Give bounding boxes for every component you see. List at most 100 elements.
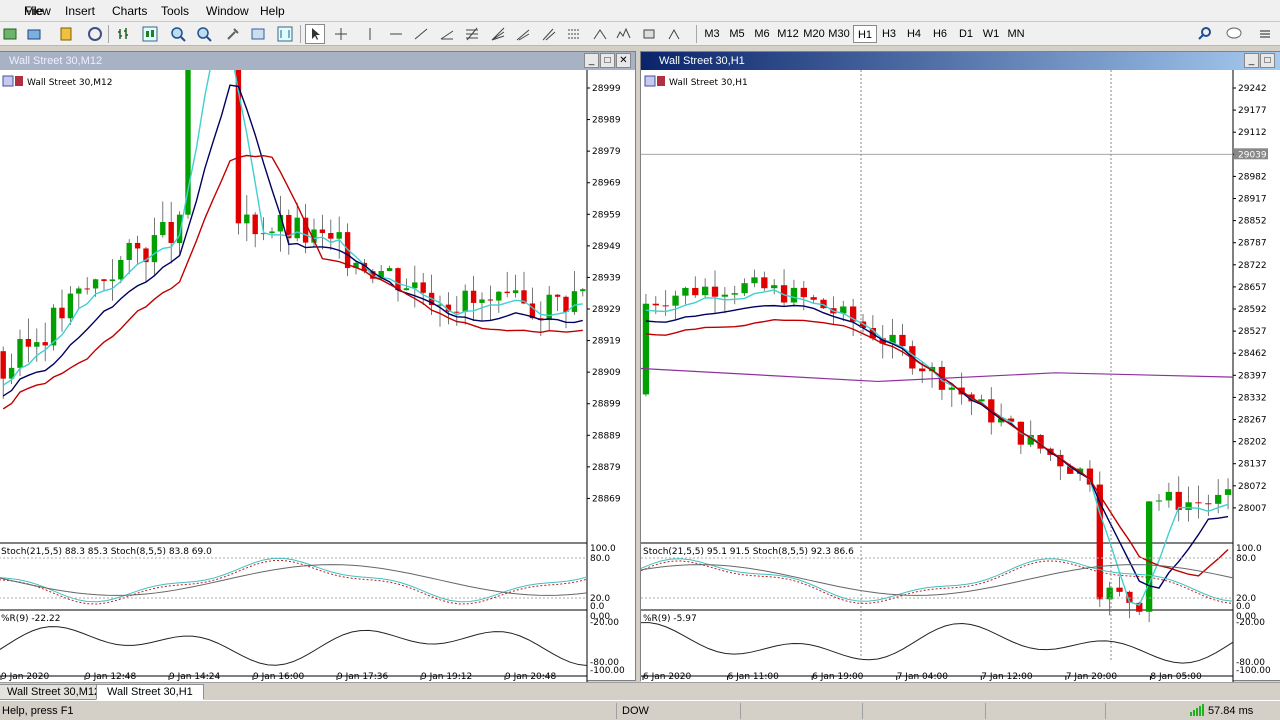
market-watch-icon[interactable] (56, 24, 76, 44)
crosshair-icon[interactable] (331, 24, 351, 44)
maximize-button[interactable]: □ (1260, 53, 1275, 68)
status-ping: 57.84 ms (1208, 705, 1254, 717)
menu-charts[interactable]: Charts (112, 4, 147, 18)
chat-icon[interactable] (1225, 24, 1245, 44)
menu-more-icon[interactable] (1255, 24, 1275, 44)
price-tick-label: 28462 (1238, 349, 1267, 359)
minimize-button[interactable]: _ (1244, 53, 1259, 68)
rectangle-icon[interactable] (639, 24, 659, 44)
menu-view[interactable]: View (25, 4, 51, 18)
bull-candle (386, 268, 393, 272)
chart-window-h1[interactable]: Wall Street 30,H1 _ □ 29242 29177 29112 290… (640, 51, 1280, 682)
navigator-icon[interactable] (85, 24, 105, 44)
menu-help[interactable]: Help (260, 4, 285, 18)
chart-symbol-label: Wall Street 30,H1 (669, 78, 748, 88)
chart-symbol-label: Wall Street 30,M12 (27, 78, 112, 88)
bear-candle (42, 342, 48, 346)
price-tick-label: 28909 (592, 368, 621, 378)
profiles-icon[interactable] (24, 24, 44, 44)
bull-candle (294, 217, 300, 239)
time-tick-label: 6 Jan 11:00 (728, 672, 780, 682)
maximize-button[interactable]: □ (600, 53, 615, 68)
timeframe-m5[interactable]: M5 (728, 25, 746, 43)
chart-canvas-h1[interactable]: 29242 29177 29112 29039 28982 28917 28852 28787… (641, 70, 1280, 682)
timeframe-m20[interactable]: M20 (802, 25, 826, 43)
bull-candle (1215, 494, 1222, 504)
trendline-icon[interactable] (411, 24, 431, 44)
fibo-fan-icon[interactable] (488, 24, 508, 44)
angle-trendline-icon[interactable] (437, 24, 457, 44)
fibo-arcs-icon[interactable] (513, 24, 533, 44)
bull-candle (269, 231, 275, 234)
vertical-line-icon[interactable] (360, 24, 380, 44)
timeframe-h6[interactable]: H6 (931, 25, 949, 43)
bull-candle (17, 338, 23, 368)
menu-tools[interactable]: Tools (161, 4, 189, 18)
bull-candle (682, 287, 689, 296)
status-help: Help, press F1 (2, 705, 74, 717)
new-chart-icon[interactable] (0, 24, 20, 44)
timeframe-mn[interactable]: MN (1005, 25, 1027, 43)
fibonacci-icon[interactable] (462, 24, 482, 44)
tile-windows-icon[interactable] (248, 24, 268, 44)
status-bar: Help, press F1 DOW 57.84 ms (0, 700, 1280, 720)
chart-canvas-m12[interactable]: 28999 28989 28979 28969 28959 28949 28939 28929… (0, 70, 637, 682)
fibo-time-icon[interactable] (539, 24, 559, 44)
bull-candle (34, 342, 40, 347)
wpr-level-label: -100.00 (1236, 666, 1271, 676)
bull-candle (512, 290, 519, 294)
price-tick-label: 29039 (1238, 150, 1267, 160)
candlestick-chart-icon[interactable] (140, 24, 160, 44)
minimize-button[interactable]: _ (584, 53, 599, 68)
chart-window-m12[interactable]: Wall Street 30,M12 _ □ ✕ 28999 28989 28979… (0, 51, 637, 682)
tab-h1[interactable]: Wall Street 30,H1 (96, 684, 204, 700)
bull-candle (642, 303, 650, 395)
stoch-label: Stoch(21,5,5) 95.1 91.5 Stoch(8,5,5) 92.… (643, 547, 854, 557)
bear-candle (800, 287, 807, 298)
price-tick-label: 28889 (592, 431, 621, 441)
time-tick-label: 9 Jan 12:48 (85, 672, 137, 682)
zoom-out-icon[interactable] (194, 24, 214, 44)
fibo-channel-icon[interactable] (564, 24, 584, 44)
price-tick-label: 28982 (1238, 172, 1267, 182)
chart-tab-bar: Wall Street 30,M12 Wall Street 30,H1 (0, 682, 1280, 700)
timeframe-m3[interactable]: M3 (703, 25, 721, 43)
bear-candle (319, 229, 326, 233)
bull-candle (571, 291, 578, 312)
stoch-level-label: 100.0 (1236, 544, 1262, 554)
menu-insert[interactable]: Insert (65, 4, 95, 18)
timeframe-d1[interactable]: D1 (957, 25, 975, 43)
timeframe-m12[interactable]: M12 (776, 25, 800, 43)
symbol-icon (2, 75, 14, 87)
cursor-icon[interactable] (305, 24, 325, 44)
tab-m12[interactable]: Wall Street 30,M12 (0, 684, 112, 700)
stoch-level-label: 100.0 (590, 544, 616, 554)
timeframe-h1[interactable]: H1 (853, 25, 877, 43)
price-tick-label: 28929 (592, 305, 621, 315)
time-tick-label: 9 Jan 20:48 (505, 672, 557, 682)
menu-window[interactable]: Window (206, 4, 249, 18)
gann-icon[interactable] (590, 24, 610, 44)
bear-candle (470, 290, 477, 303)
symbol-flag-icon (15, 76, 23, 86)
timeframe-h3[interactable]: H3 (880, 25, 898, 43)
timeframe-w1[interactable]: W1 (982, 25, 1000, 43)
bull-candle (580, 289, 586, 292)
elliott-wave-icon[interactable] (614, 24, 634, 44)
menu-bar: File View Insert Charts Tools Window Hel… (0, 0, 1280, 22)
price-tick-label: 28879 (592, 463, 621, 473)
arrows-icon[interactable] (664, 24, 684, 44)
timeframe-m30[interactable]: M30 (827, 25, 851, 43)
chart-shift-icon[interactable] (275, 24, 295, 44)
bear-candle (487, 299, 494, 301)
timeframe-m6[interactable]: M6 (753, 25, 771, 43)
properties-icon[interactable] (223, 24, 243, 44)
search-icon[interactable] (1195, 24, 1215, 44)
close-button[interactable]: ✕ (616, 53, 631, 68)
timeframe-h4[interactable]: H4 (905, 25, 923, 43)
zoom-in-icon[interactable] (168, 24, 188, 44)
stoch-level-label: 80.0 (1236, 554, 1256, 564)
bar-chart-icon[interactable] (114, 24, 134, 44)
horizontal-line-icon[interactable] (386, 24, 406, 44)
bear-candle (420, 282, 426, 293)
